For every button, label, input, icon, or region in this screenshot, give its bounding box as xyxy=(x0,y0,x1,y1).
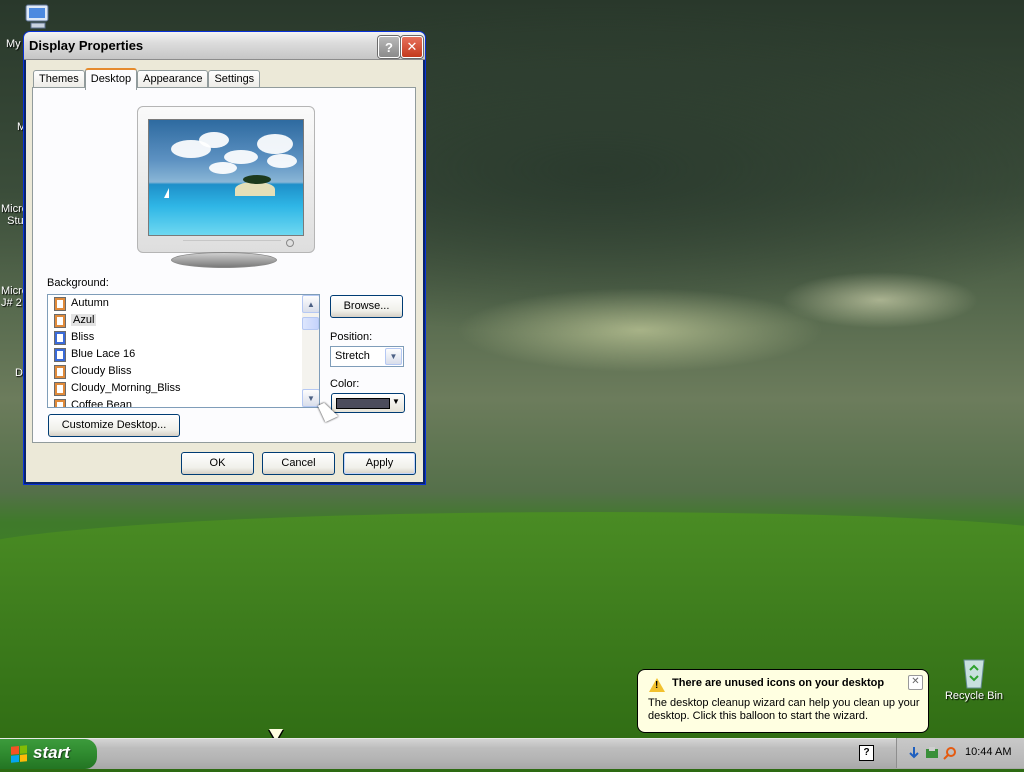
background-label: Background: xyxy=(47,277,109,289)
chevron-down-icon: ▼ xyxy=(385,348,402,365)
image-file-icon xyxy=(54,382,66,396)
desktop-tab-panel: Background: Autumn Azul Bliss Blue Lace … xyxy=(32,87,416,443)
network-icon[interactable] xyxy=(907,746,921,760)
list-item[interactable]: Cloudy_Morning_Bliss xyxy=(48,380,319,397)
power-led-icon xyxy=(286,239,294,247)
security-icon[interactable] xyxy=(925,746,939,760)
scroll-down-button[interactable]: ▼ xyxy=(302,389,319,407)
monitor-preview xyxy=(137,106,315,253)
chevron-down-icon: ▼ xyxy=(307,393,315,403)
recycle-bin-icon xyxy=(963,659,985,689)
list-item-label: Cloudy_Morning_Bliss xyxy=(71,382,181,394)
recycle-bin[interactable]: Recycle Bin xyxy=(944,656,1004,702)
search-icon[interactable] xyxy=(943,746,957,760)
wallpaper-hill xyxy=(0,512,1024,772)
position-value: Stretch xyxy=(335,350,370,362)
image-file-icon xyxy=(54,297,66,311)
start-button[interactable]: start xyxy=(0,739,97,769)
ok-button[interactable]: OK xyxy=(181,452,254,475)
color-picker-button[interactable]: ▼ xyxy=(331,393,405,413)
list-item[interactable]: Blue Lace 16 xyxy=(48,346,319,363)
notification-balloon[interactable]: ! There are unused icons on your desktop… xyxy=(637,669,929,733)
list-item-label: Autumn xyxy=(71,297,109,309)
scroll-thumb[interactable] xyxy=(302,317,319,330)
wallpaper-preview xyxy=(148,119,304,236)
list-item[interactable]: Cloudy Bliss xyxy=(48,363,319,380)
my-computer-icon[interactable] xyxy=(22,3,54,31)
help-icon: ? xyxy=(385,39,393,55)
color-label: Color: xyxy=(330,378,360,390)
list-item[interactable]: Azul xyxy=(48,312,319,329)
position-select[interactable]: Stretch ▼ xyxy=(330,346,404,367)
list-item-label: Coffee Bean xyxy=(71,399,132,408)
bmp-file-icon xyxy=(54,348,66,362)
close-icon: ✕ xyxy=(406,39,418,54)
windows-logo-icon xyxy=(11,745,27,763)
position-label: Position: xyxy=(330,331,373,343)
tab-desktop[interactable]: Desktop xyxy=(84,68,138,90)
balloon-close-button[interactable]: ✕ xyxy=(908,675,923,690)
help-center-icon[interactable]: ? xyxy=(859,745,874,761)
chevron-up-icon: ▲ xyxy=(307,299,315,309)
system-tray: 10:44 AM xyxy=(896,738,1024,768)
dialog-titlebar[interactable]: Display Properties ? ✕ xyxy=(24,32,425,60)
list-item-label: Bliss xyxy=(71,331,95,343)
cancel-button[interactable]: Cancel xyxy=(262,452,335,475)
help-button[interactable]: ? xyxy=(378,36,400,58)
dialog-title: Display Properties xyxy=(29,38,144,53)
tab-settings[interactable]: Settings xyxy=(208,70,261,88)
close-button[interactable]: ✕ xyxy=(401,36,423,58)
image-file-icon xyxy=(54,399,66,407)
monitor-stand xyxy=(171,252,277,268)
list-item-label: Cloudy Bliss xyxy=(71,365,132,377)
balloon-title: There are unused icons on your desktop xyxy=(672,677,885,689)
customize-desktop-button[interactable]: Customize Desktop... xyxy=(48,414,180,437)
image-file-icon xyxy=(54,365,66,379)
desktop-icon-label-my-computer[interactable]: My xyxy=(6,38,21,50)
listbox-scrollbar[interactable]: ▲ ▼ xyxy=(302,295,319,407)
list-item-label: Blue Lace 16 xyxy=(71,348,136,360)
image-file-icon xyxy=(54,314,66,328)
list-item-label: Azul xyxy=(71,314,97,326)
display-properties-dialog: Display Properties ? ✕ Themes Desktop Ap… xyxy=(23,31,426,485)
tab-appearance[interactable]: Appearance xyxy=(137,70,209,88)
clock[interactable]: 10:44 AM xyxy=(965,746,1011,758)
color-swatch xyxy=(336,398,390,409)
list-item[interactable]: Coffee Bean xyxy=(48,397,319,408)
scroll-up-button[interactable]: ▲ xyxy=(302,295,319,313)
tab-strip: Themes Desktop Appearance Settings xyxy=(33,68,261,90)
balloon-text: The desktop cleanup wizard can help you … xyxy=(648,697,920,722)
tab-themes[interactable]: Themes xyxy=(33,70,85,88)
bmp-file-icon xyxy=(54,331,66,345)
apply-button[interactable]: Apply xyxy=(343,452,416,475)
desktop-icon-label-5[interactable]: D xyxy=(15,367,23,379)
list-item[interactable]: Bliss xyxy=(48,329,319,346)
browse-button[interactable]: Browse... xyxy=(330,295,403,318)
background-listbox[interactable]: Autumn Azul Bliss Blue Lace 16 Cloudy Bl… xyxy=(47,294,320,408)
warning-mark: ! xyxy=(655,680,659,691)
chevron-down-icon: ▼ xyxy=(392,397,400,406)
start-label: start xyxy=(33,743,70,762)
list-item[interactable]: Autumn xyxy=(48,295,319,312)
recycle-bin-label: Recycle Bin xyxy=(944,690,1004,702)
